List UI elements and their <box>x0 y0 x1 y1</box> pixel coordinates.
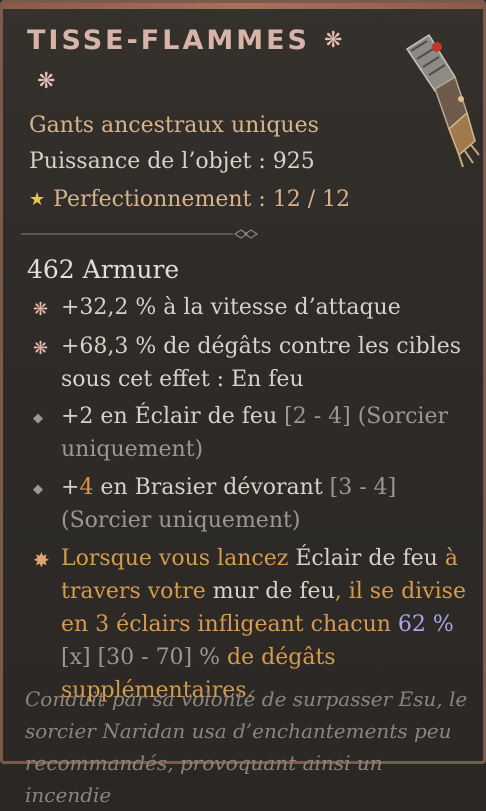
skill-rank-value: 4 <box>79 475 94 500</box>
affix-burning-damage: +68,3 % de dégâts contre les cibles sous… <box>61 334 462 392</box>
item-rarity: Gants ancestraux uniques <box>29 113 319 138</box>
affix-skill-fire-bolt: +2 en Éclair de feu [2 - 4] (Sorcier uni… <box>61 400 481 466</box>
affix-skill-incinerate: +4 en Brasier dévorant [3 - 4] (Sorcier … <box>61 471 481 537</box>
flower-icon: ❋ <box>33 299 49 320</box>
divider <box>21 229 259 239</box>
diamond-bullet-icon: ◆ <box>33 411 43 426</box>
flower-icon: ❋ <box>323 28 343 53</box>
item-power: Puissance de l’objet : 925 <box>29 149 315 174</box>
flavor-text: Conduit par sa volonté de surpasser Esu,… <box>25 687 468 807</box>
flower-icon: ❋ <box>37 69 56 94</box>
unique-power-icon: ✸ <box>33 548 50 572</box>
skill-rank: +2 en Éclair de feu <box>61 404 278 429</box>
item-tooltip: TISSE-FLAMMES ❋ ❋ Gants ancestraux uniqu… <box>0 0 486 807</box>
skill-plus: + <box>61 475 80 500</box>
flower-icon: ❋ <box>33 338 49 359</box>
perfection-text: Perfectionnement : 12 / 12 <box>53 187 351 212</box>
star-icon: ★ <box>29 189 46 210</box>
skill-name: en Brasier dévorant <box>93 475 323 500</box>
affix-attack-speed: +32,2 % à la vitesse d’attaque <box>61 295 401 320</box>
armor-value: 462 Armure <box>27 255 180 284</box>
diamond-bullet-icon: ◆ <box>33 482 43 497</box>
perfection-row: ★ Perfectionnement : 12 / 12 <box>29 187 350 212</box>
gauntlet-icon <box>405 33 480 168</box>
title-row: TISSE-FLAMMES ❋ <box>27 25 342 56</box>
item-name: TISSE-FLAMMES <box>27 25 310 56</box>
